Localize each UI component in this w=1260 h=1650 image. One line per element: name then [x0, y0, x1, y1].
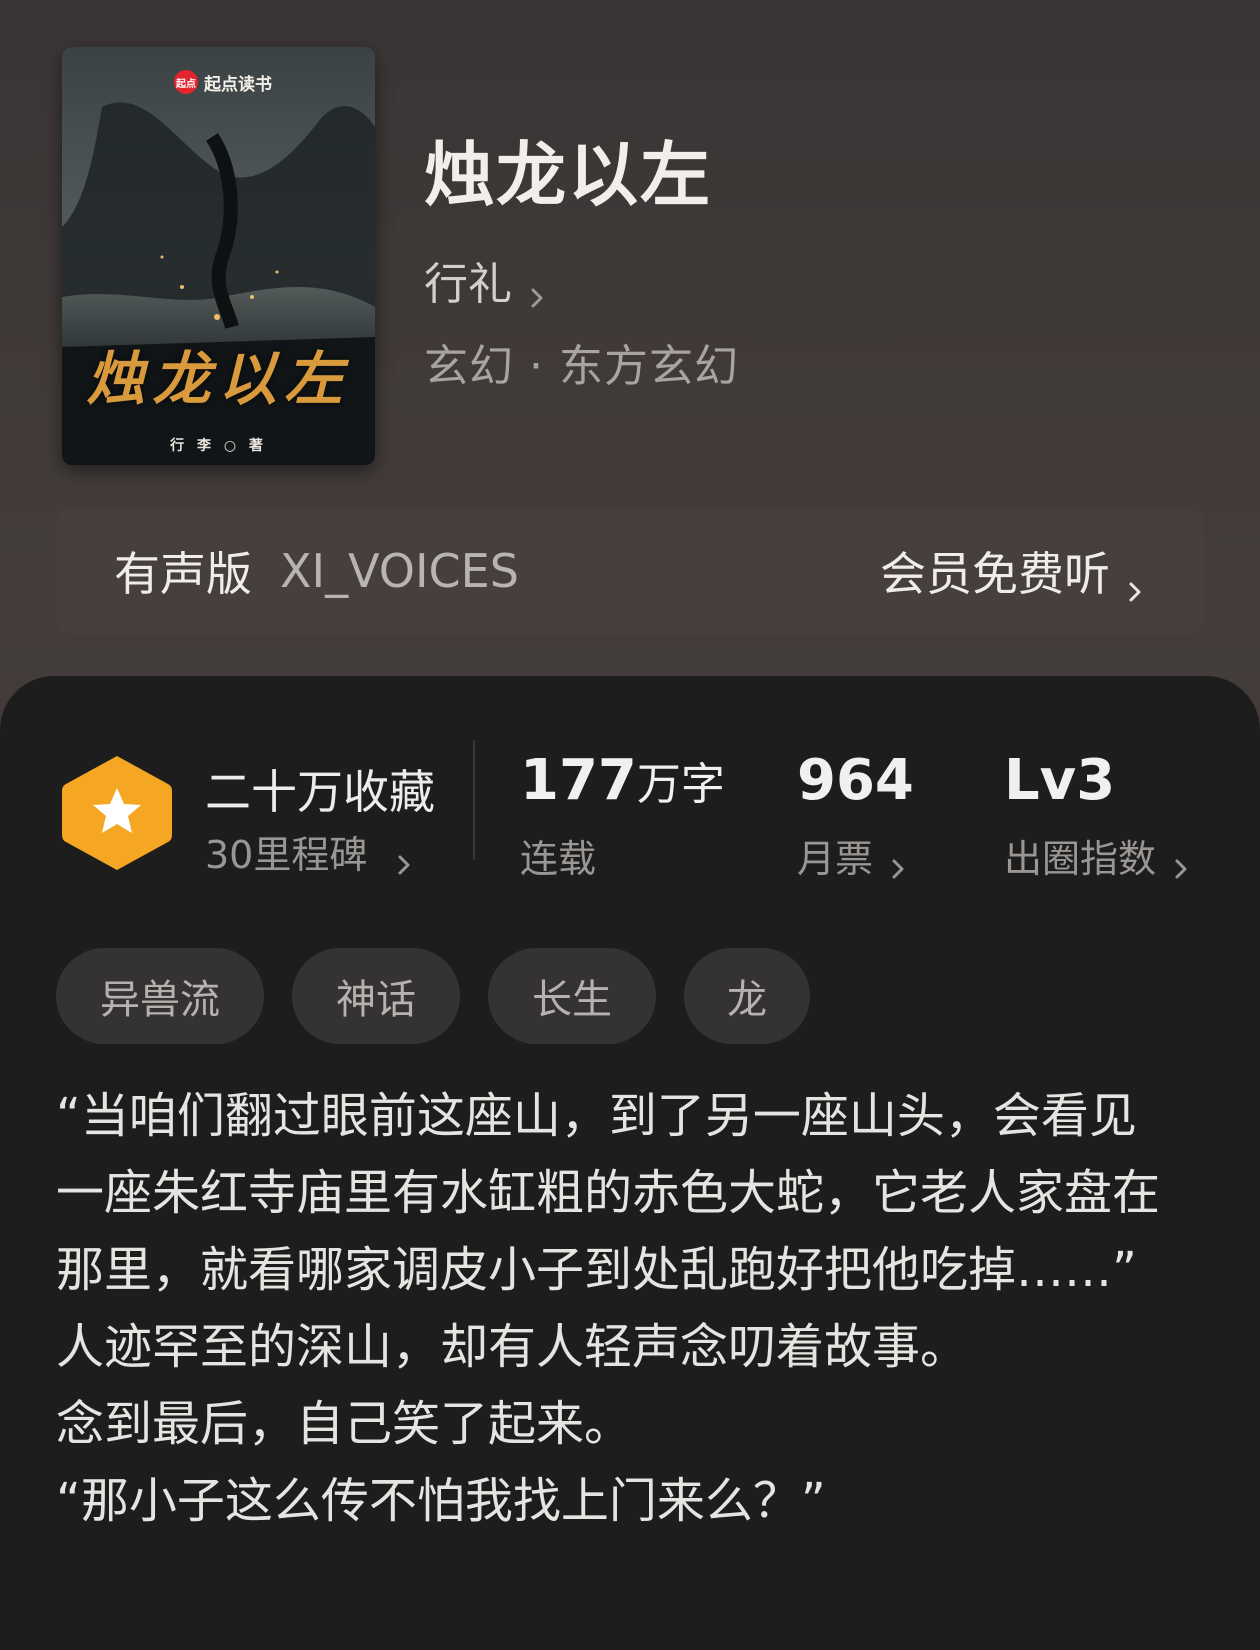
tag-chip[interactable]: 长生: [488, 948, 656, 1044]
member-free-listen-link[interactable]: 会员免费听: [880, 538, 1146, 604]
serial-status: 连载: [520, 828, 596, 883]
popularity-index-link[interactable]: 出圈指数: [1004, 828, 1192, 883]
monthly-votes-link[interactable]: 月票: [797, 828, 909, 883]
monthly-votes-count: 964: [797, 748, 914, 813]
word-count-unit: 万字: [636, 759, 725, 810]
member-free-listen-label: 会员免费听: [880, 547, 1110, 601]
author-link[interactable]: 行礼: [424, 248, 548, 312]
audio-version-bar[interactable]: 有声版 XI_VOICES 会员免费听: [56, 508, 1204, 634]
chevron-right-icon: [526, 269, 548, 308]
chevron-right-icon: [887, 845, 909, 878]
genre-label: 玄幻 · 东方玄幻: [424, 341, 739, 392]
cover-logo-badge: 起点: [174, 70, 198, 94]
cover-author: 行 李 ○ 著: [170, 438, 267, 454]
audio-voice: XI_VOICES: [280, 544, 519, 598]
cover-logo-text: 起点读书: [204, 74, 272, 95]
chevron-right-icon: [393, 841, 415, 874]
detail-sheet: 二十万收藏 30里程碑 177万字 连载 964 月票 Lv3 出圈指数 异兽流…: [0, 676, 1260, 1650]
serial-status-label: 连载: [520, 837, 597, 881]
monthly-votes-label: 月票: [797, 837, 874, 881]
description-paragraph: “当咱们翻过眼前这座山，到了另一座山头，会看见一座朱红寺庙里有水缸粗的赤色大蛇，…: [56, 1088, 1161, 1298]
tag-chip[interactable]: 异兽流: [56, 948, 264, 1044]
tag-chip[interactable]: 神话: [292, 948, 460, 1044]
word-count-number: 177: [520, 748, 637, 813]
description-paragraph: 念到最后，自己笑了起来。: [56, 1396, 633, 1452]
stats-divider: [473, 740, 475, 860]
tag-list: 异兽流 神话 长生 龙: [56, 948, 810, 1044]
star-badge-icon: [60, 752, 174, 874]
popularity-index-label: 出圈指数: [1004, 837, 1157, 881]
book-cover[interactable]: 起点 起点读书 烛龙以左 行 李 ○ 著: [62, 47, 375, 465]
cover-title: 烛龙以左: [86, 345, 351, 413]
book-detail-page: 起点 起点读书 烛龙以左 行 李 ○ 著 烛龙以左 行礼 玄幻 · 东方玄幻 有…: [0, 0, 1260, 1650]
book-title: 烛龙以左: [424, 133, 712, 216]
milestone-link[interactable]: 30里程碑: [205, 824, 415, 879]
chevron-right-icon: [1170, 845, 1192, 878]
cover-logo: 起点 起点读书: [170, 67, 282, 97]
description-paragraph: “那小子这么传不怕我找上门来么？”: [56, 1473, 826, 1529]
tag-chip[interactable]: 龙: [684, 948, 810, 1044]
audio-label: 有声版: [114, 547, 252, 601]
chevron-right-icon: [1124, 560, 1146, 602]
stats-row: 二十万收藏 30里程碑 177万字 连载 964 月票 Lv3 出圈指数: [0, 676, 1260, 896]
collections-count: 二十万收藏: [205, 765, 435, 819]
author-name: 行礼: [424, 259, 512, 310]
description-paragraph: 人迹罕至的深山，却有人轻声念叨着故事。: [56, 1319, 969, 1375]
word-count: 177万字: [520, 748, 725, 813]
book-description[interactable]: “当咱们翻过眼前这座山，到了另一座山头，会看见一座朱红寺庙里有水缸粗的赤色大蛇，…: [56, 1078, 1176, 1540]
milestone-label: 30里程碑: [205, 833, 368, 877]
popularity-level: Lv3: [1004, 748, 1116, 813]
